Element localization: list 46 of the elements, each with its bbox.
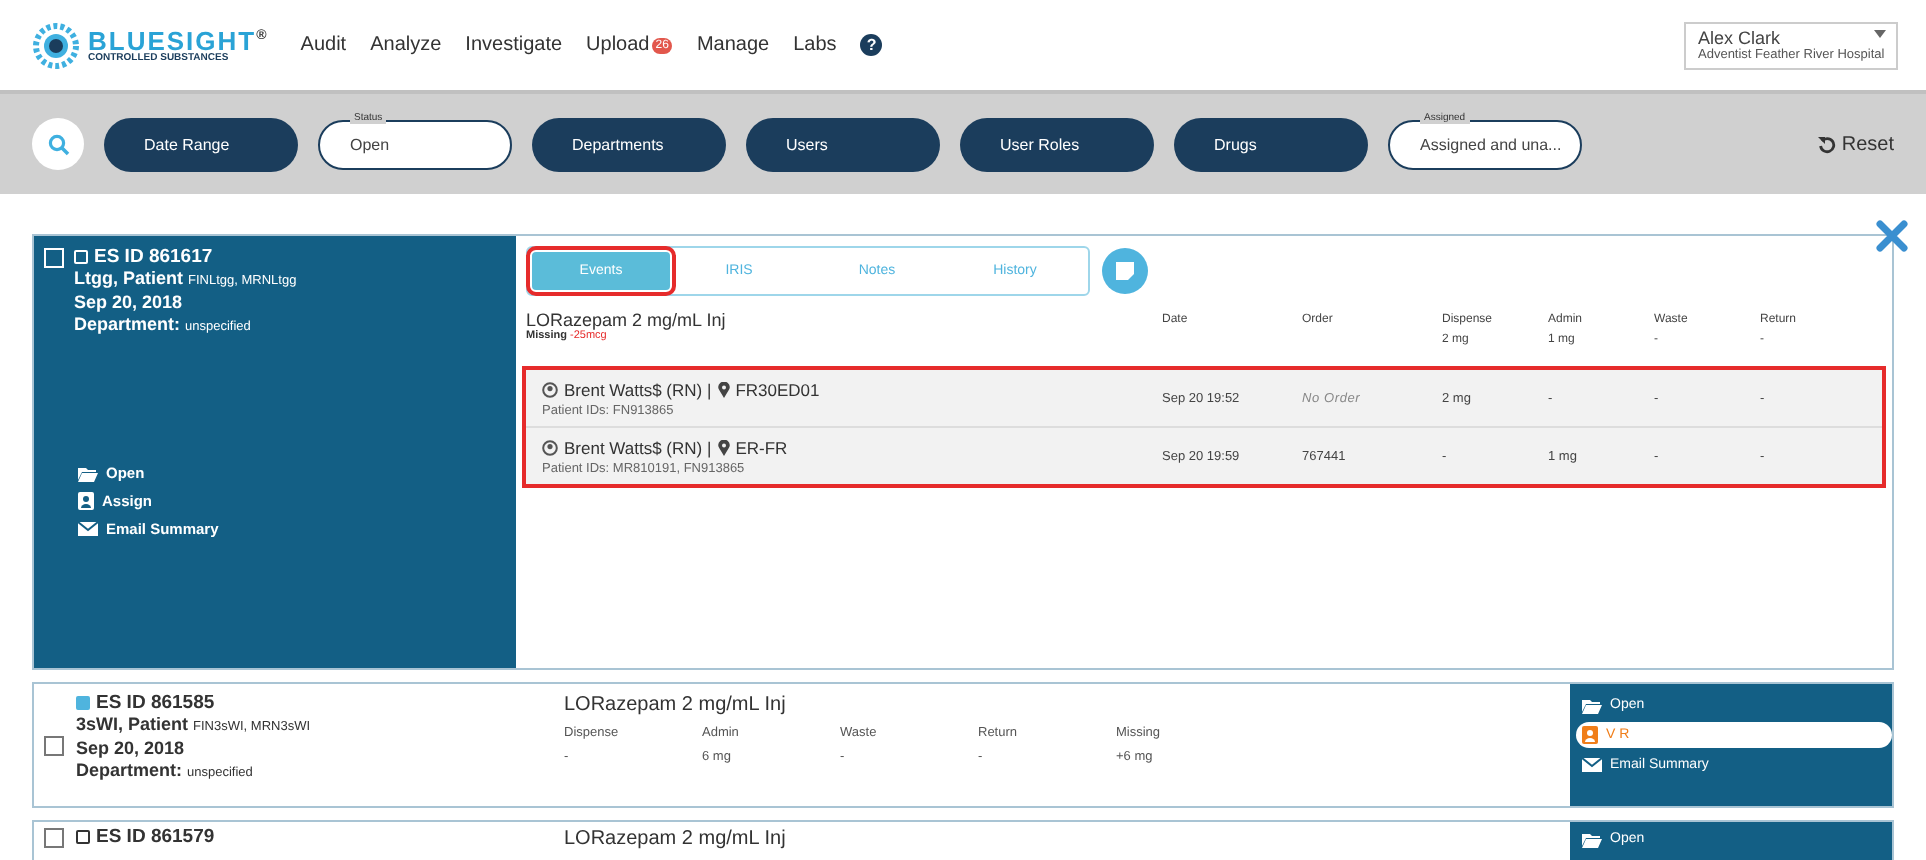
filter-button[interactable]: User Roles [960, 117, 1154, 171]
nav-link[interactable]: Manage [696, 34, 770, 56]
search-button[interactable] [32, 118, 84, 170]
folder-icon [1582, 831, 1602, 847]
close-icon[interactable] [1876, 220, 1908, 252]
case-id: ES ID 861579 [96, 826, 215, 848]
case-id: ES ID 861585 [96, 692, 215, 714]
drug-name: LORazepam 2 mg/mL Inj [564, 694, 788, 716]
case-date: Sep 20, 2018 [74, 292, 185, 314]
case-date: Sep 20, 2018 [76, 738, 187, 760]
location: ER-FR [735, 437, 788, 457]
checkbox[interactable] [44, 828, 64, 848]
logo-icon [32, 21, 80, 69]
add-note-button[interactable] [1102, 248, 1148, 294]
help-icon[interactable]: ? [860, 34, 883, 56]
person-icon [542, 439, 558, 455]
drug-name: LORazepam 2 mg/mL Inj [564, 828, 788, 850]
refresh-icon [1817, 135, 1836, 153]
nav-link[interactable]: Investigate [465, 34, 563, 56]
checkbox[interactable] [44, 736, 64, 756]
folder-icon [1582, 697, 1602, 713]
person-badge-icon [1582, 726, 1598, 744]
filter-button[interactable]: Departments [532, 117, 726, 171]
location-pin-icon [717, 381, 730, 397]
user-name: Brent Watts$ (RN) | [564, 437, 712, 457]
filter-button[interactable]: Users [746, 117, 940, 171]
logo-name: BLUESIGHT$^{®}$ [88, 27, 269, 53]
search-icon [47, 133, 69, 155]
nav-link[interactable]: Labs [793, 34, 837, 56]
folder-icon [78, 465, 98, 481]
drug-name: LORazepam 2 mg/mL Inj [526, 308, 728, 330]
envelope-icon [1582, 758, 1602, 772]
filter-button[interactable]: Drugs [1174, 117, 1368, 171]
case-id: ES ID 861617 [94, 246, 213, 268]
envelope-icon [78, 522, 98, 536]
filter-button[interactable]: Date Range [104, 117, 298, 171]
nav-link[interactable]: Analyze [370, 34, 442, 56]
location-pin-icon [717, 439, 730, 455]
caret-icon [1874, 29, 1886, 37]
sticky-note-icon [1116, 262, 1134, 280]
reset-link[interactable]: Reset [1817, 133, 1894, 155]
nav-link[interactable]: Audit [300, 34, 347, 56]
location: FR30ED01 [735, 379, 820, 399]
person-icon [542, 381, 558, 397]
user-name: Brent Watts$ (RN) | [564, 379, 712, 399]
person-badge-icon [78, 492, 94, 510]
